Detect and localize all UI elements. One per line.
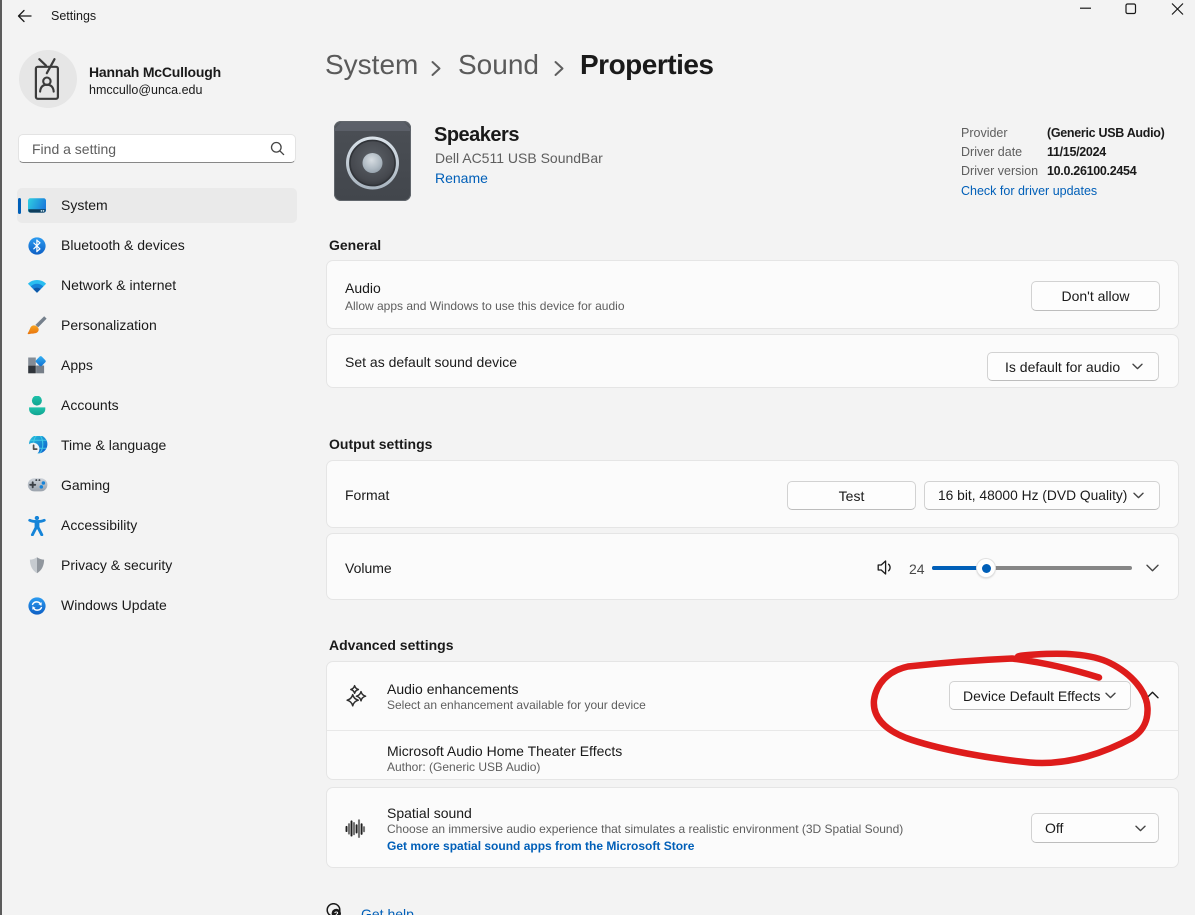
- svg-text:?: ?: [334, 909, 339, 915]
